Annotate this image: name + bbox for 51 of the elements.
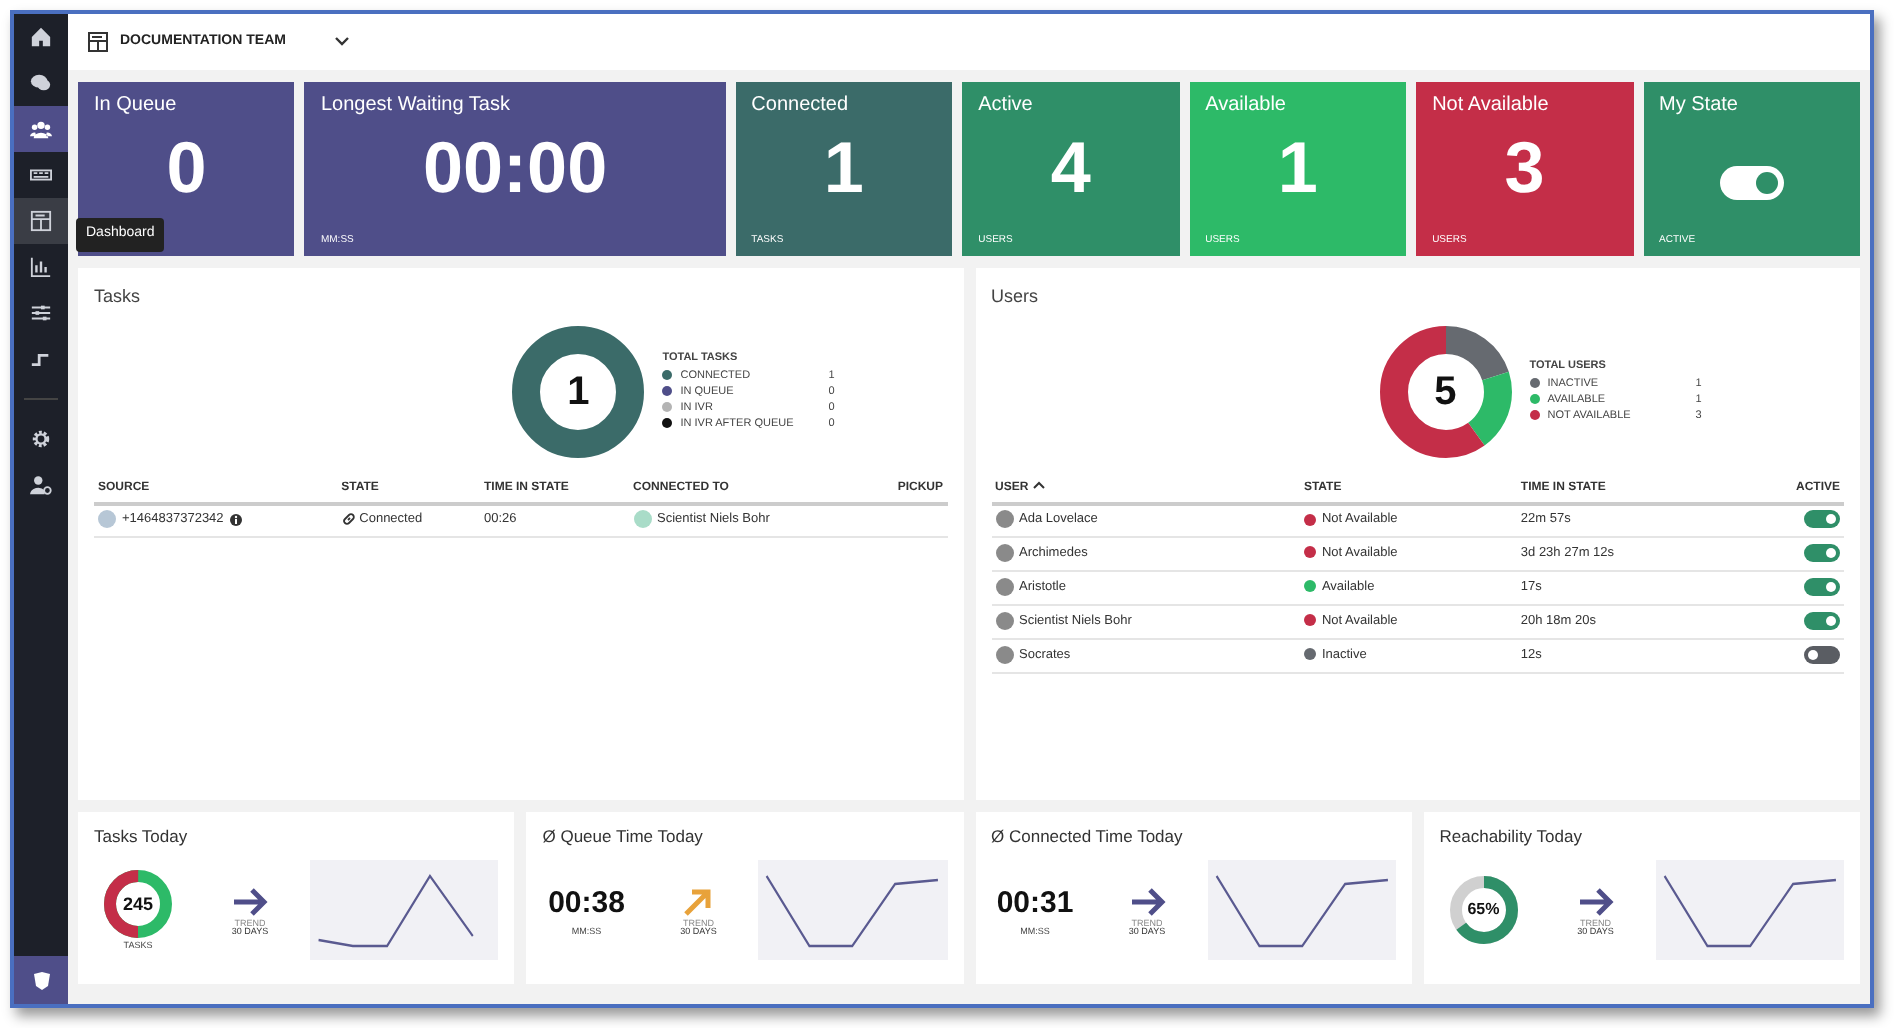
team-icon — [88, 32, 108, 52]
tile-value: 0 — [166, 132, 207, 204]
sidebar-item[interactable] — [14, 106, 68, 152]
ring-value: 245 — [120, 892, 156, 916]
card-title: Tasks Today — [94, 824, 190, 850]
panel-title: Tasks — [94, 284, 143, 310]
tile-value: 00:00 — [423, 132, 608, 204]
gear-icon — [30, 428, 52, 450]
keyboard-icon — [30, 164, 52, 186]
tile-title: Available — [1205, 92, 1288, 120]
active-toggle[interactable] — [1804, 510, 1840, 529]
time-value: 00:38 — [548, 883, 625, 924]
sliders-icon — [30, 302, 52, 324]
avatar — [98, 510, 116, 529]
ring-chart — [102, 868, 174, 940]
tile-title: Longest Waiting Task — [320, 92, 512, 120]
tile-title: In Queue — [94, 92, 179, 120]
donut-total: 5 — [1432, 367, 1459, 415]
tile-title: My State — [1659, 92, 1740, 120]
logo-icon — [31, 970, 51, 990]
tile-value: 1 — [823, 132, 864, 204]
active-toggle[interactable] — [1804, 578, 1840, 597]
card-title: Reachability Today — [1439, 824, 1584, 850]
info-icon — [229, 513, 242, 526]
active-toggle[interactable] — [1804, 646, 1840, 665]
link-icon — [341, 512, 356, 527]
avatar — [633, 510, 652, 529]
tile-title: Not Available — [1432, 92, 1551, 120]
tile-value: 4 — [1050, 132, 1091, 204]
tile-value: 1 — [1277, 132, 1318, 204]
user-gear-icon — [30, 474, 52, 496]
sidebar-item[interactable] — [14, 198, 68, 244]
active-toggle[interactable] — [1804, 612, 1840, 631]
card-title: Ø Connected Time Today — [991, 824, 1185, 850]
time-value: 00:31 — [996, 883, 1074, 924]
tile-title: Active — [978, 92, 1035, 120]
chat-icon — [30, 72, 52, 94]
active-toggle[interactable] — [1804, 544, 1840, 563]
bar-chart-icon — [30, 256, 52, 278]
users-icon — [30, 118, 52, 140]
chevron-down-icon — [333, 36, 350, 48]
steps-icon — [30, 348, 52, 370]
home-icon — [30, 26, 52, 48]
card-title: Ø Queue Time Today — [542, 824, 705, 850]
dashboard-icon — [30, 210, 52, 232]
tile-value: 3 — [1504, 132, 1545, 204]
state-toggle[interactable] — [1719, 165, 1784, 200]
tile-title: Connected — [751, 92, 851, 120]
donut-total: 1 — [565, 367, 592, 415]
panel-title: Users — [991, 284, 1041, 310]
ring-value: 65% — [1465, 898, 1502, 923]
